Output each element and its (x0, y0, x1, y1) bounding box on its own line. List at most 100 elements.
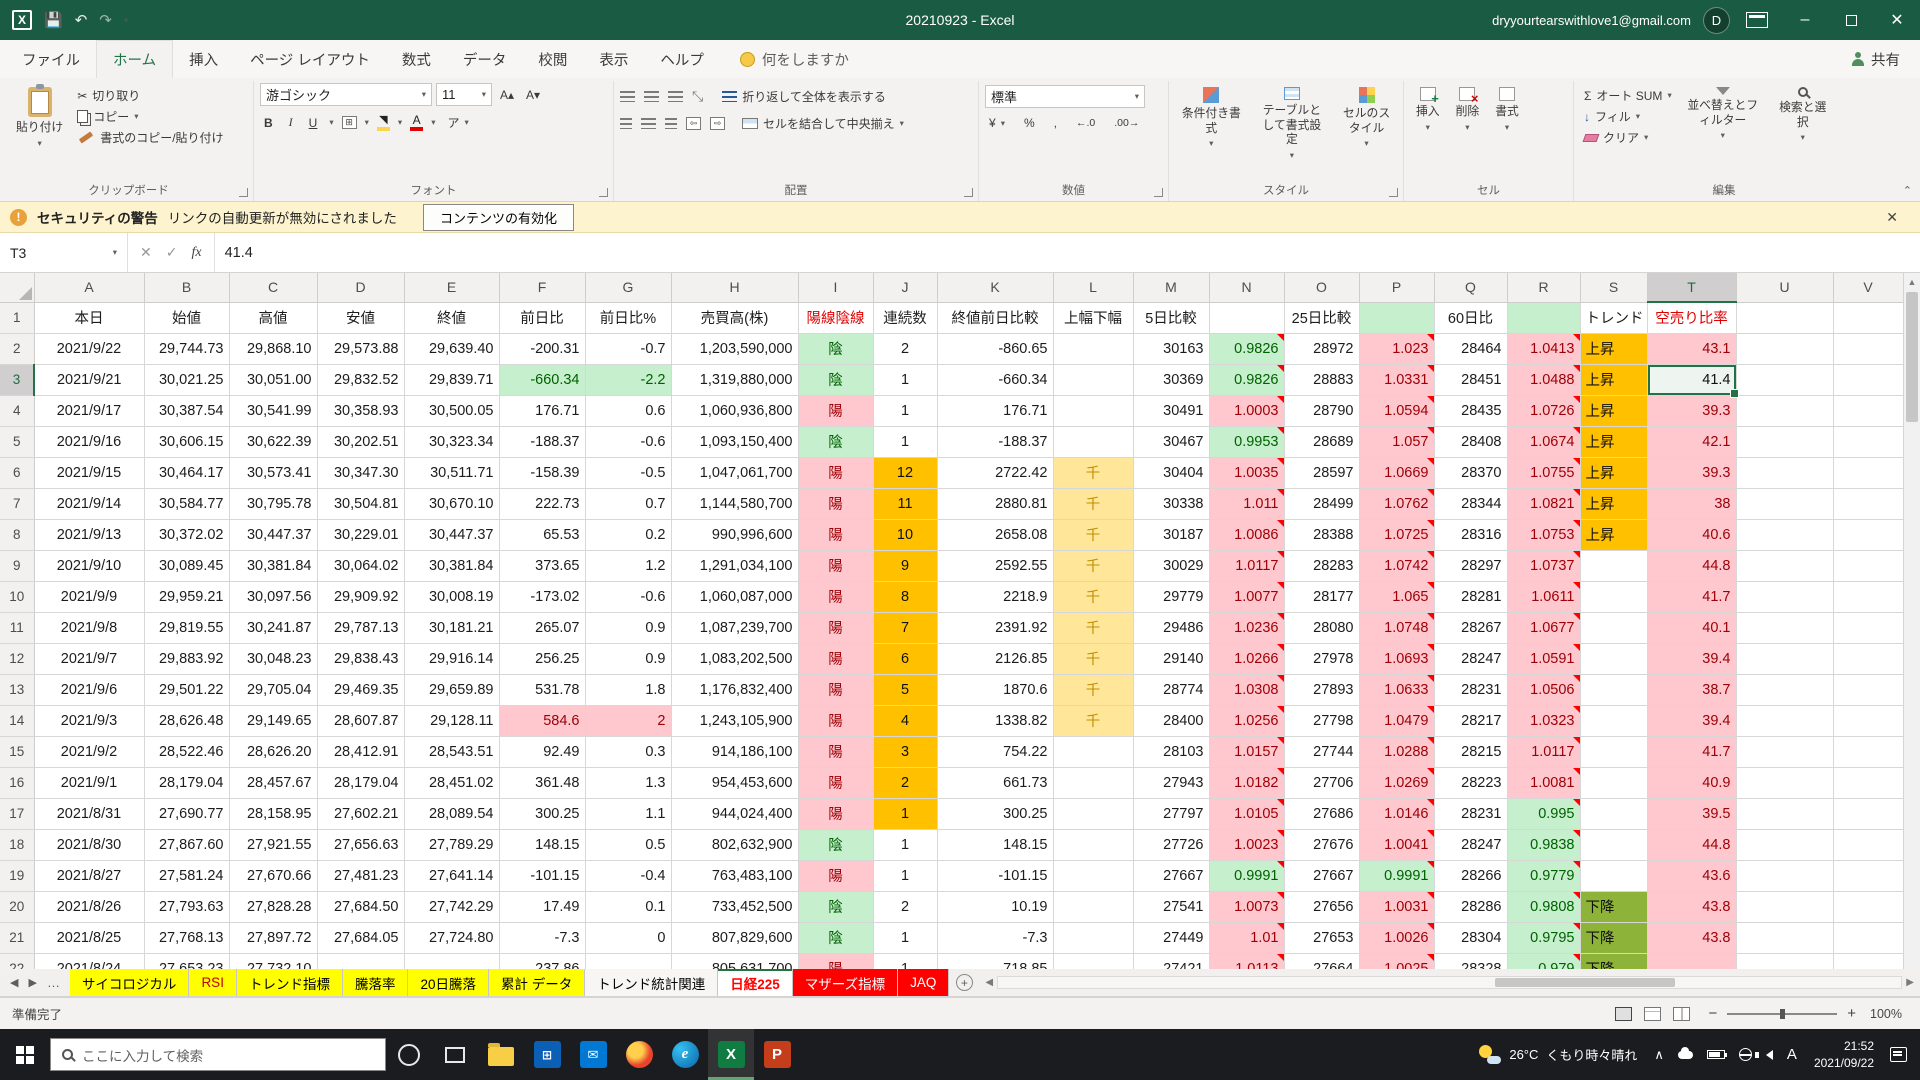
cell-L17[interactable] (1053, 798, 1133, 829)
cell-H12[interactable]: 1,083,202,500 (671, 643, 798, 674)
cell-H3[interactable]: 1,319,880,000 (671, 364, 798, 395)
column-header-Q[interactable]: Q (1434, 273, 1507, 302)
cell-M17[interactable]: 27797 (1133, 798, 1209, 829)
cell-N11[interactable]: 1.0236 (1209, 612, 1284, 643)
decrease-indent-icon[interactable]: ⇦ (686, 117, 701, 130)
cell-F5[interactable]: -188.37 (499, 426, 585, 457)
cell-Q21[interactable]: 28304 (1434, 922, 1507, 953)
cell-B4[interactable]: 30,387.54 (144, 395, 229, 426)
cell-R4[interactable]: 1.0726 (1507, 395, 1580, 426)
cell-E18[interactable]: 27,789.29 (404, 829, 499, 860)
cell-M7[interactable]: 30338 (1133, 488, 1209, 519)
cell-styles-button[interactable]: セルのスタイル▾ (1336, 83, 1397, 153)
decrease-font-icon[interactable]: A▾ (522, 83, 544, 106)
cell-C16[interactable]: 28,457.67 (229, 767, 317, 798)
cell-T9[interactable]: 44.8 (1647, 550, 1736, 581)
cell-M9[interactable]: 30029 (1133, 550, 1209, 581)
redo-icon[interactable]: ↷ (99, 11, 112, 29)
cell-I8[interactable]: 陽 (798, 519, 873, 550)
cell-L18[interactable] (1053, 829, 1133, 860)
cell-K18[interactable]: 148.15 (937, 829, 1053, 860)
cell-J1[interactable]: 連続数 (873, 302, 937, 333)
column-header-H[interactable]: H (671, 273, 798, 302)
cell-R13[interactable]: 1.0506 (1507, 674, 1580, 705)
cell-N7[interactable]: 1.011 (1209, 488, 1284, 519)
cell-U7[interactable] (1736, 488, 1833, 519)
cell-A3[interactable]: 2021/9/21 (34, 364, 144, 395)
cell-T17[interactable]: 39.5 (1647, 798, 1736, 829)
cell-D9[interactable]: 30,064.02 (317, 550, 404, 581)
cell-D16[interactable]: 28,179.04 (317, 767, 404, 798)
cell-F7[interactable]: 222.73 (499, 488, 585, 519)
cell-E6[interactable]: 30,511.71 (404, 457, 499, 488)
cell-D3[interactable]: 29,832.52 (317, 364, 404, 395)
cell-T15[interactable]: 41.7 (1647, 736, 1736, 767)
cell-L6[interactable]: 千 (1053, 457, 1133, 488)
cell-M3[interactable]: 30369 (1133, 364, 1209, 395)
normal-view-icon[interactable] (1615, 1007, 1632, 1021)
cell-A7[interactable]: 2021/9/14 (34, 488, 144, 519)
cell-Q12[interactable]: 28247 (1434, 643, 1507, 674)
cell-V12[interactable] (1833, 643, 1903, 674)
cell-R5[interactable]: 1.0674 (1507, 426, 1580, 457)
cell-J17[interactable]: 1 (873, 798, 937, 829)
cell-Q8[interactable]: 28316 (1434, 519, 1507, 550)
cell-E7[interactable]: 30,670.10 (404, 488, 499, 519)
cell-A19[interactable]: 2021/8/27 (34, 860, 144, 891)
cell-A9[interactable]: 2021/9/10 (34, 550, 144, 581)
cell-L20[interactable] (1053, 891, 1133, 922)
cell-U5[interactable] (1736, 426, 1833, 457)
cell-J19[interactable]: 1 (873, 860, 937, 891)
cell-B9[interactable]: 30,089.45 (144, 550, 229, 581)
cell-S15[interactable] (1580, 736, 1647, 767)
conditional-formatting-button[interactable]: 条件付き書式▾ (1175, 83, 1248, 153)
excel-taskbar-button[interactable]: X (708, 1029, 754, 1080)
cell-Q2[interactable]: 28464 (1434, 333, 1507, 364)
cell-J22[interactable]: 1 (873, 953, 937, 969)
cell-F6[interactable]: -158.39 (499, 457, 585, 488)
cell-E8[interactable]: 30,447.37 (404, 519, 499, 550)
excel-app-icon[interactable]: X (12, 10, 32, 30)
cell-U8[interactable] (1736, 519, 1833, 550)
cell-C20[interactable]: 27,828.28 (229, 891, 317, 922)
cell-T20[interactable]: 43.8 (1647, 891, 1736, 922)
cell-A22[interactable]: 2021/8/24 (34, 953, 144, 969)
account-email[interactable]: dryyourtearswithlove1@gmail.com (1492, 13, 1691, 28)
cell-D22[interactable] (317, 953, 404, 969)
cell-V15[interactable] (1833, 736, 1903, 767)
cell-O7[interactable]: 28499 (1284, 488, 1359, 519)
cell-O19[interactable]: 27667 (1284, 860, 1359, 891)
cell-Q15[interactable]: 28215 (1434, 736, 1507, 767)
cell-P2[interactable]: 1.023 (1359, 333, 1434, 364)
cell-L11[interactable]: 千 (1053, 612, 1133, 643)
cell-E17[interactable]: 28,089.54 (404, 798, 499, 829)
enable-content-button[interactable]: コンテンツの有効化 (423, 204, 574, 231)
cell-C7[interactable]: 30,795.78 (229, 488, 317, 519)
cell-J9[interactable]: 9 (873, 550, 937, 581)
cell-A2[interactable]: 2021/9/22 (34, 333, 144, 364)
cell-F21[interactable]: -7.3 (499, 922, 585, 953)
cell-F19[interactable]: -101.15 (499, 860, 585, 891)
cell-C4[interactable]: 30,541.99 (229, 395, 317, 426)
cell-D4[interactable]: 30,358.93 (317, 395, 404, 426)
cell-T5[interactable]: 42.1 (1647, 426, 1736, 457)
cell-T16[interactable]: 40.9 (1647, 767, 1736, 798)
close-button[interactable]: ✕ (1874, 0, 1920, 40)
customize-qat-icon[interactable]: ▾ (124, 15, 128, 26)
cell-J20[interactable]: 2 (873, 891, 937, 922)
sheet-nav-more-icon[interactable]: … (47, 975, 60, 990)
cell-H22[interactable]: 805,631,700 (671, 953, 798, 969)
cell-R11[interactable]: 1.0677 (1507, 612, 1580, 643)
cell-I16[interactable]: 陽 (798, 767, 873, 798)
cell-C17[interactable]: 28,158.95 (229, 798, 317, 829)
cell-Q7[interactable]: 28344 (1434, 488, 1507, 519)
ribbon-display-options-icon[interactable] (1746, 12, 1768, 28)
cell-A20[interactable]: 2021/8/26 (34, 891, 144, 922)
cell-L8[interactable]: 千 (1053, 519, 1133, 550)
scroll-up-icon[interactable]: ▲ (1904, 273, 1920, 290)
cell-B20[interactable]: 27,793.63 (144, 891, 229, 922)
row-header-2[interactable]: 2 (0, 333, 34, 364)
weather-widget[interactable]: 26°C くもり時々晴れ (1469, 1029, 1647, 1080)
cell-S18[interactable] (1580, 829, 1647, 860)
cell-D15[interactable]: 28,412.91 (317, 736, 404, 767)
